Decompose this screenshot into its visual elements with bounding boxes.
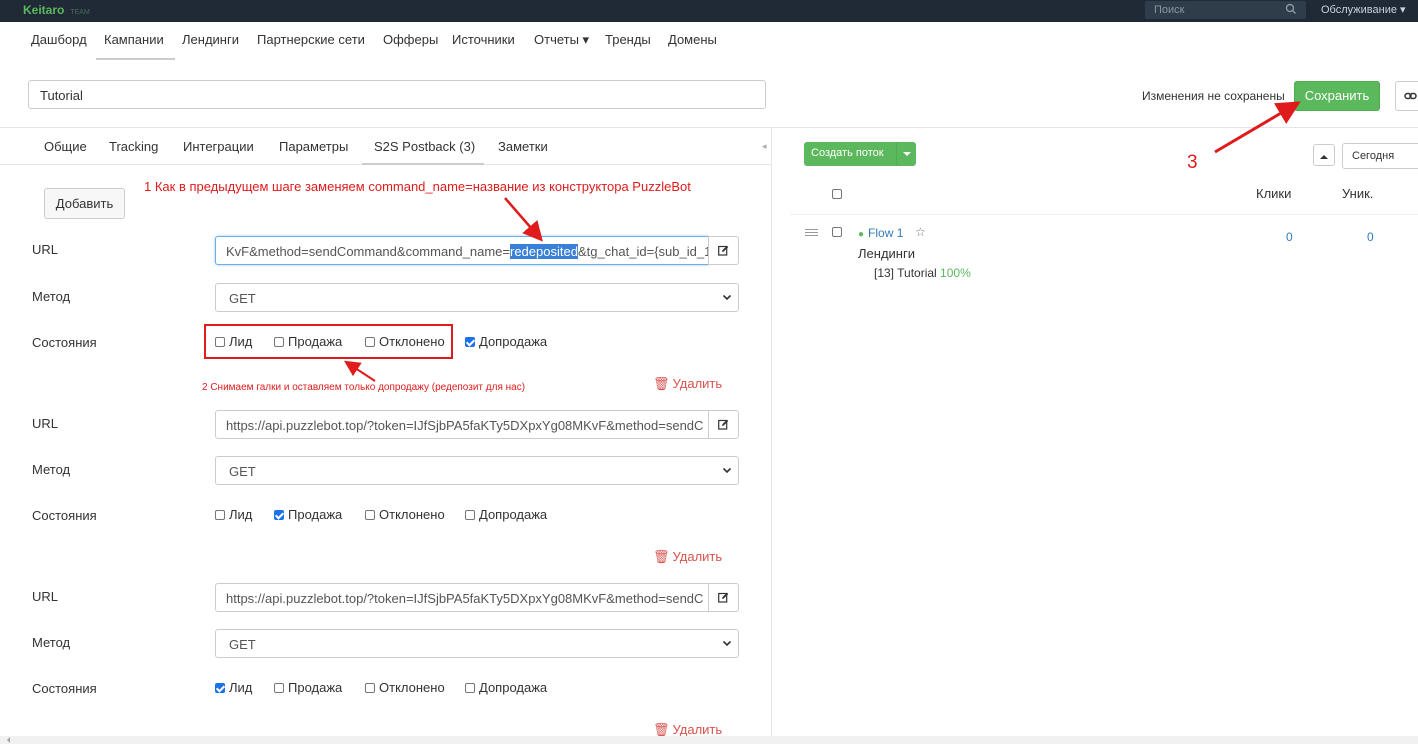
flow-uniques-value[interactable]: 0 (1367, 230, 1374, 244)
annotation-step-2: 2 Снимаем галки и оставляем только допро… (202, 382, 526, 393)
annotation-arrow (504, 197, 543, 242)
flow-name-link[interactable]: ● Flow 1 (858, 226, 903, 240)
state-checkbox-lead[interactable]: Лид (215, 507, 252, 522)
edit-url-button[interactable] (708, 410, 739, 439)
more-button[interactable] (1395, 81, 1418, 111)
method-label: Метод (32, 635, 71, 650)
tab-general[interactable]: Общие (44, 139, 87, 154)
delete-postback-button[interactable]: 🗑 Удалить (653, 549, 722, 565)
nav-item-campaigns[interactable]: Кампании (104, 32, 164, 47)
flow-checkbox[interactable] (832, 227, 842, 237)
create-flow-button[interactable]: Создать поток (804, 142, 916, 166)
postback-url-input[interactable]: https://api.puzzlebot.top/?token=IJfSjbP… (215, 583, 709, 612)
main-nav: Дашборд Кампании Лендинги Партнерские се… (0, 22, 1418, 60)
states-label: Состояния (32, 335, 97, 350)
trash-icon: 🗑 (653, 549, 670, 564)
tab-tracking[interactable]: Tracking (109, 139, 158, 154)
nav-item-landings[interactable]: Лендинги (182, 32, 239, 47)
method-select[interactable]: GET (215, 629, 739, 658)
collapse-icon[interactable]: ◂ (762, 141, 767, 152)
annotation-arrow (343, 360, 376, 382)
chevron-down-icon (722, 640, 732, 647)
flow-landing-item: [13] Tutorial 100% (874, 266, 971, 280)
nav-item-trends[interactable]: Тренды (605, 32, 651, 47)
column-uniques: Уник. (1342, 186, 1374, 201)
link-icon (1404, 92, 1417, 100)
top-bar: Keitaro TEAM Поиск Обслуживание ▾ (0, 0, 1418, 22)
state-checkbox-upsale[interactable]: Допродажа (465, 507, 547, 522)
state-checkbox-rejected[interactable]: Отклонено (365, 680, 445, 695)
nav-item-domains[interactable]: Домены (668, 32, 717, 47)
create-flow-dropdown[interactable] (896, 142, 916, 166)
nav-item-reports[interactable]: Отчеты ▾ (534, 32, 589, 48)
unsaved-status: Изменения не сохранены (1142, 89, 1285, 103)
url-label: URL (32, 416, 59, 431)
horizontal-scrollbar[interactable] (0, 736, 1418, 744)
campaign-name-input[interactable]: Tutorial (28, 80, 766, 109)
annotation-step-3: 3 (1187, 152, 1198, 173)
edit-url-button[interactable] (708, 236, 739, 265)
flow-clicks-value[interactable]: 0 (1286, 230, 1293, 244)
method-select[interactable]: GET (215, 456, 739, 485)
save-button[interactable]: Сохранить (1294, 81, 1380, 111)
nav-item-offers[interactable]: Офферы (383, 32, 438, 47)
status-dot-icon: ● (858, 229, 865, 240)
state-checkbox-upsale[interactable]: Допродажа (465, 680, 547, 695)
state-checkbox-lead[interactable]: Лид (215, 680, 252, 695)
url-label: URL (32, 242, 59, 257)
drag-handle-icon[interactable] (805, 229, 818, 236)
delete-postback-button[interactable]: 🗑 Удалить (653, 376, 722, 392)
search-icon (1285, 3, 1296, 14)
service-menu[interactable]: Обслуживание ▾ (1321, 3, 1406, 16)
state-checkbox-rejected[interactable]: Отклонено (365, 507, 445, 522)
nav-active-indicator (96, 58, 175, 60)
chevron-down-icon (722, 294, 732, 301)
method-label: Метод (32, 462, 71, 477)
tab-active-indicator (362, 163, 484, 165)
trash-icon: 🗑 (653, 376, 670, 391)
state-checkbox-sale[interactable]: Продажа (274, 507, 342, 522)
edit-icon (718, 419, 729, 430)
nav-item-affiliate-networks[interactable]: Партнерские сети (257, 32, 365, 47)
edit-icon (718, 245, 729, 256)
url-label: URL (32, 589, 59, 604)
method-label: Метод (32, 289, 71, 304)
logo[interactable]: Keitaro TEAM (23, 3, 90, 17)
state-checkbox-upsale[interactable]: Допродажа (465, 334, 547, 349)
nav-item-sources[interactable]: Источники (452, 32, 515, 47)
edit-url-button[interactable] (708, 583, 739, 612)
edit-icon (718, 592, 729, 603)
star-icon[interactable]: ☆ (915, 225, 926, 239)
settings-tabs: Общие Tracking Интеграции Параметры S2S … (0, 128, 771, 165)
search-placeholder: Поиск (1154, 4, 1185, 16)
date-range-select[interactable]: Сегодня (1342, 143, 1418, 169)
tab-s2s-postback[interactable]: S2S Postback (3) (374, 139, 475, 154)
tab-notes[interactable]: Заметки (498, 139, 548, 154)
pane-divider (771, 128, 772, 736)
select-all-checkbox[interactable] (832, 189, 842, 199)
annotation-arrow (1214, 101, 1301, 154)
postback-url-input[interactable]: KvF&method=sendCommand&command_name=rede… (215, 236, 709, 265)
chevron-down-icon (722, 467, 732, 474)
nav-item-dashboard[interactable]: Дашборд (31, 32, 87, 47)
flow-section-landings: Лендинги (858, 246, 915, 261)
states-label: Состояния (32, 508, 97, 523)
method-select[interactable]: GET (215, 283, 739, 312)
state-checkbox-sale[interactable]: Продажа (274, 680, 342, 695)
tab-integrations[interactable]: Интеграции (183, 139, 254, 154)
selected-text: redeposited (509, 244, 578, 259)
tab-parameters[interactable]: Параметры (279, 139, 348, 154)
postback-url-input[interactable]: https://api.puzzlebot.top/?token=IJfSjbP… (215, 410, 709, 439)
search-input[interactable]: Поиск (1145, 1, 1306, 19)
collapse-up-button[interactable] (1313, 144, 1335, 166)
annotation-step-1: 1 Как в предыдущем шаге заменяем command… (144, 179, 691, 194)
table-divider (790, 214, 1418, 215)
states-label: Состояния (32, 681, 97, 696)
column-clicks: Клики (1256, 186, 1292, 201)
annotation-box (204, 324, 453, 359)
add-postback-button[interactable]: Добавить (44, 188, 125, 219)
